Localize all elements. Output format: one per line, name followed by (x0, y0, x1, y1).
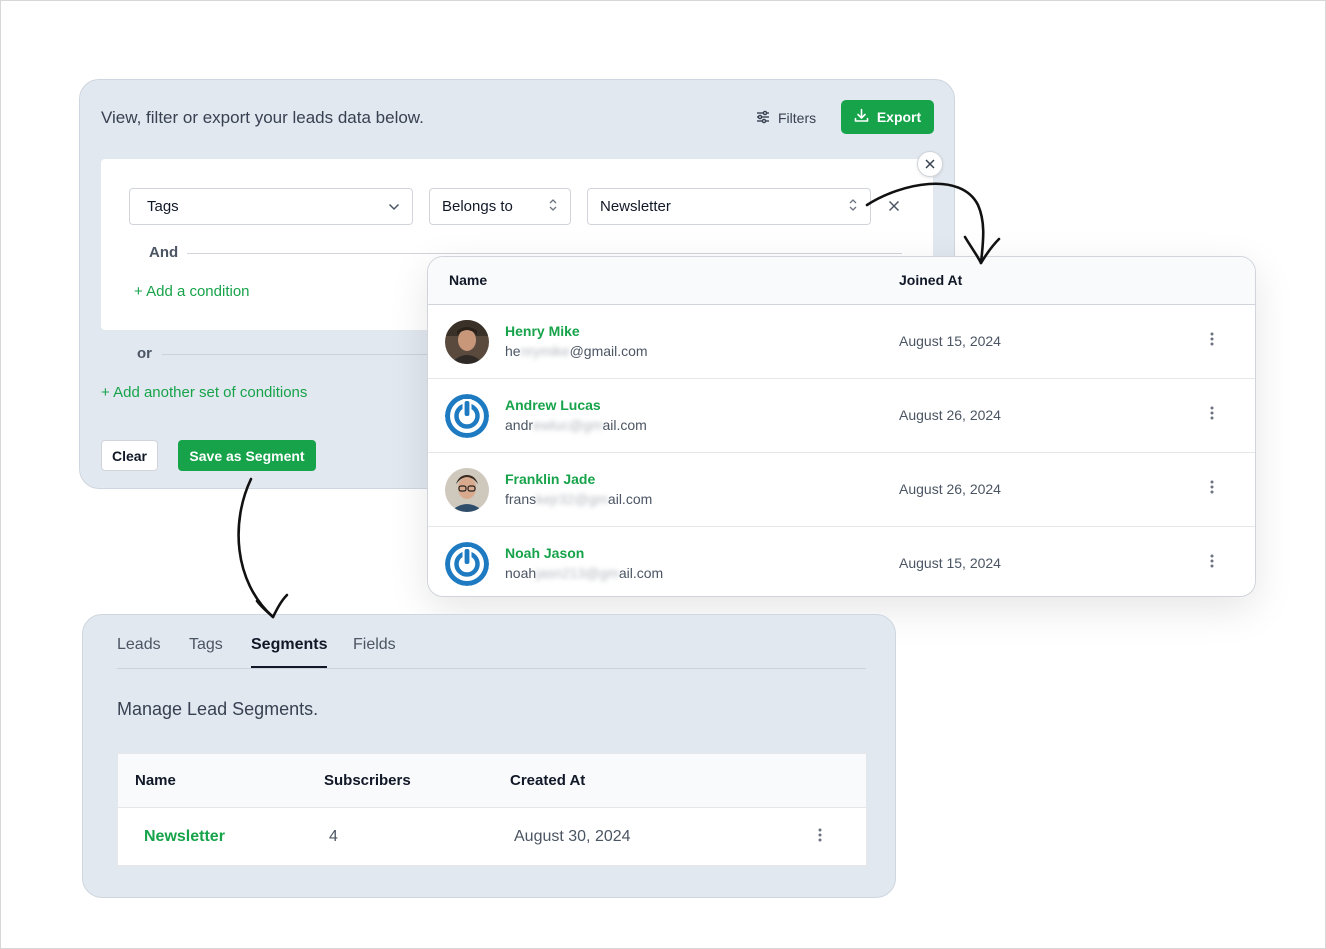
curved-arrow-to-segments (237, 477, 289, 619)
